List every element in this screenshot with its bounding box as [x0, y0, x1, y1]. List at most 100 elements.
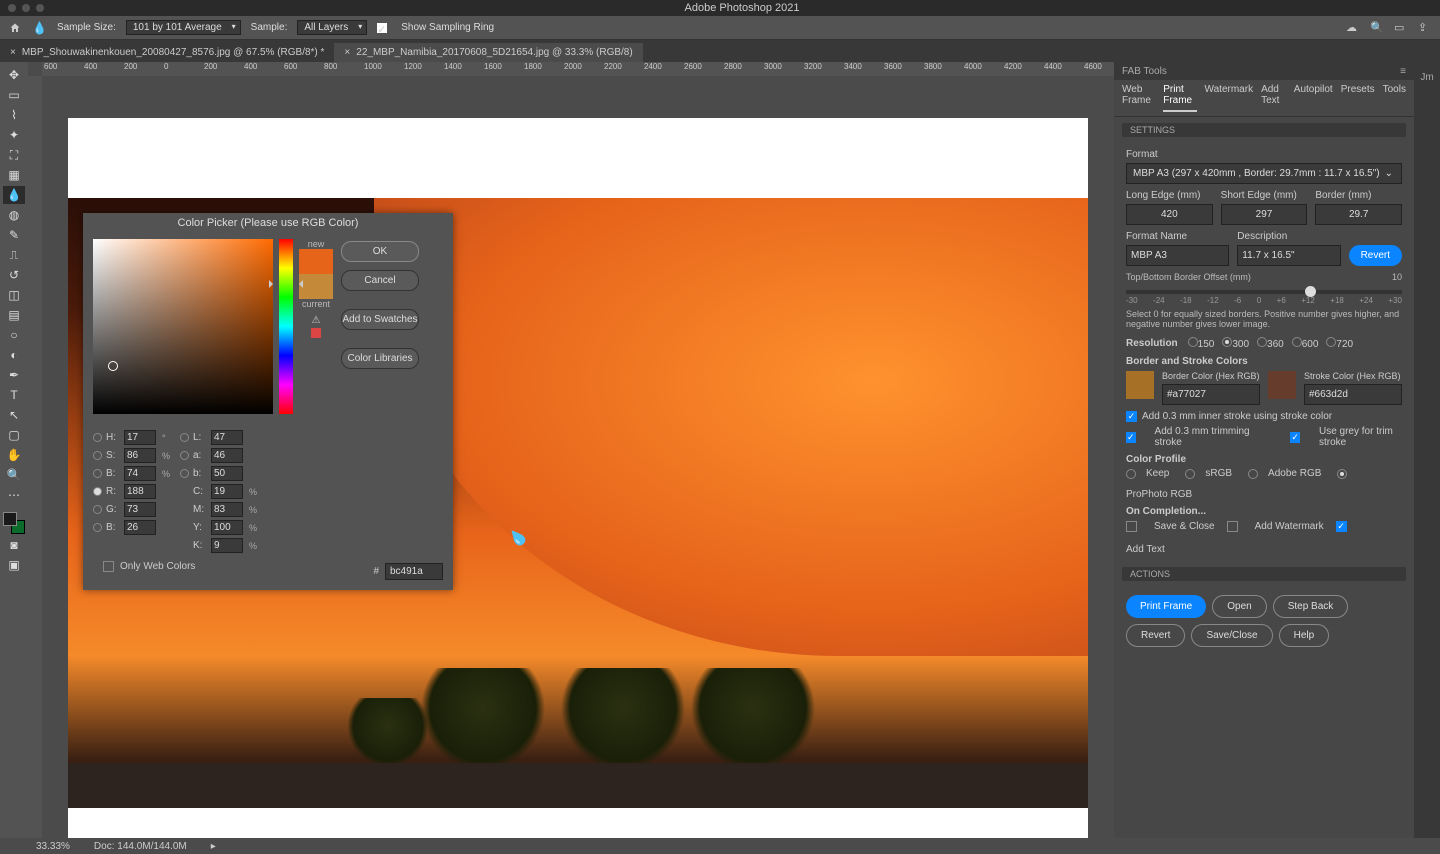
input-k[interactable]: [211, 538, 243, 553]
radio-h[interactable]: [93, 433, 102, 442]
pen-tool[interactable]: ✒: [3, 366, 25, 384]
cloud-icon[interactable]: ☁: [1346, 21, 1360, 35]
border-color-swatch[interactable]: [1126, 371, 1154, 399]
step-back-button[interactable]: Step Back: [1273, 595, 1349, 618]
border-color-input[interactable]: [1162, 384, 1260, 405]
blur-tool[interactable]: ○: [3, 326, 25, 344]
show-ring-checkbox[interactable]: ✓: [377, 23, 387, 33]
stroke-color-swatch[interactable]: [1268, 371, 1296, 399]
add-text-checkbox[interactable]: ✓: [1336, 521, 1347, 532]
revert-button[interactable]: Revert: [1349, 245, 1402, 266]
hue-slider[interactable]: [279, 239, 293, 414]
eraser-tool[interactable]: ◫: [3, 286, 25, 304]
zoom-tool[interactable]: 🔍: [3, 466, 25, 484]
grey-trim-checkbox[interactable]: ✓: [1290, 432, 1300, 443]
cancel-button[interactable]: Cancel: [341, 270, 419, 291]
inner-stroke-checkbox[interactable]: ✓: [1126, 411, 1137, 422]
radio-res-360[interactable]: [1257, 337, 1267, 347]
description-input[interactable]: [1237, 245, 1340, 266]
radio-bv[interactable]: [93, 523, 102, 532]
radio-res-300[interactable]: [1222, 337, 1232, 347]
share-icon[interactable]: ⇪: [1418, 21, 1432, 35]
hex-input[interactable]: [385, 563, 443, 580]
move-tool[interactable]: ✥: [3, 66, 25, 84]
radio-res-600[interactable]: [1292, 337, 1302, 347]
long-edge-input[interactable]: [1126, 204, 1213, 225]
marquee-tool[interactable]: ▭: [3, 86, 25, 104]
radio-profile-adobe-rgb[interactable]: [1248, 469, 1258, 479]
ok-button[interactable]: OK: [341, 241, 419, 262]
color-field[interactable]: [93, 239, 273, 414]
input-m[interactable]: [211, 502, 243, 517]
stamp-tool[interactable]: ⎍: [3, 246, 25, 264]
input-a[interactable]: [211, 448, 243, 463]
open-button[interactable]: Open: [1212, 595, 1266, 618]
tab-tools[interactable]: Tools: [1383, 84, 1406, 112]
trim-stroke-checkbox[interactable]: ✓: [1126, 432, 1136, 443]
close-icon[interactable]: ×: [344, 47, 350, 58]
sample-select[interactable]: All Layers: [297, 20, 367, 35]
input-l[interactable]: [211, 430, 243, 445]
print-frame-button[interactable]: Print Frame: [1126, 595, 1206, 618]
brush-tool[interactable]: ✎: [3, 226, 25, 244]
radio-r[interactable]: [93, 487, 102, 496]
radio-a[interactable]: [180, 451, 189, 460]
tab-add-text[interactable]: Add Text: [1261, 84, 1286, 112]
wand-tool[interactable]: ✦: [3, 126, 25, 144]
type-tool[interactable]: T: [3, 386, 25, 404]
help-button[interactable]: Help: [1279, 624, 1330, 647]
radio-g[interactable]: [93, 505, 102, 514]
tab-autopilot[interactable]: Autopilot: [1294, 84, 1333, 112]
offset-slider[interactable]: [1126, 290, 1402, 294]
eyedropper-tool[interactable]: 💧: [3, 186, 25, 204]
input-bb[interactable]: [124, 466, 156, 481]
gamut-icon[interactable]: [311, 328, 321, 338]
screenmode-tool[interactable]: ▣: [3, 556, 25, 574]
lasso-tool[interactable]: ⌇: [3, 106, 25, 124]
dock-icon[interactable]: Jm: [1418, 68, 1436, 86]
history-brush-tool[interactable]: ↺: [3, 266, 25, 284]
tab-watermark[interactable]: Watermark: [1205, 84, 1254, 112]
border-input[interactable]: [1315, 204, 1402, 225]
tab-presets[interactable]: Presets: [1341, 84, 1375, 112]
add-swatches-button[interactable]: Add to Swatches: [341, 309, 419, 330]
tab-print-frame[interactable]: Print Frame: [1163, 84, 1196, 112]
input-s[interactable]: [124, 448, 156, 463]
save-close-checkbox[interactable]: [1126, 521, 1137, 532]
radio-profile-srgb[interactable]: [1185, 469, 1195, 479]
format-name-input[interactable]: [1126, 245, 1229, 266]
short-edge-input[interactable]: [1221, 204, 1308, 225]
tab-doc-1[interactable]: ×MBP_Shouwakinenkouen_20080427_8576.jpg …: [0, 43, 334, 62]
radio-bb[interactable]: [180, 469, 189, 478]
quickmask-tool[interactable]: ◙: [3, 536, 25, 554]
only-web-checkbox[interactable]: [103, 561, 114, 572]
input-c[interactable]: [211, 484, 243, 499]
sample-size-select[interactable]: 101 by 101 Average: [126, 20, 241, 35]
add-watermark-checkbox[interactable]: [1227, 521, 1238, 532]
radio-s[interactable]: [93, 451, 102, 460]
input-g[interactable]: [124, 502, 156, 517]
heal-tool[interactable]: ◍: [3, 206, 25, 224]
input-lb[interactable]: [211, 466, 243, 481]
radio-res-150[interactable]: [1188, 337, 1198, 347]
radio-res-720[interactable]: [1326, 337, 1336, 347]
path-tool[interactable]: ↖: [3, 406, 25, 424]
photo[interactable]: 💧 Color Picker (Please use RGB Color) ne…: [68, 198, 1088, 808]
search-icon[interactable]: 🔍: [1370, 21, 1384, 35]
gradient-tool[interactable]: ▤: [3, 306, 25, 324]
close-icon[interactable]: ×: [10, 47, 16, 58]
input-bv[interactable]: [124, 520, 156, 535]
edit-toolbar[interactable]: ⋯: [3, 486, 25, 504]
shape-tool[interactable]: ▢: [3, 426, 25, 444]
input-h[interactable]: [124, 430, 156, 445]
crop-tool[interactable]: ⛶: [3, 146, 25, 164]
warning-icon[interactable]: ⚠: [312, 315, 321, 326]
input-r[interactable]: [124, 484, 156, 499]
radio-l[interactable]: [180, 433, 189, 442]
status-arrow-icon[interactable]: ▸: [211, 841, 216, 852]
stroke-color-input[interactable]: [1304, 384, 1402, 405]
frame-tool[interactable]: ▦: [3, 166, 25, 184]
workspace-icon[interactable]: ▭: [1394, 21, 1408, 35]
fg-bg-color[interactable]: [3, 512, 25, 534]
input-y[interactable]: [211, 520, 243, 535]
